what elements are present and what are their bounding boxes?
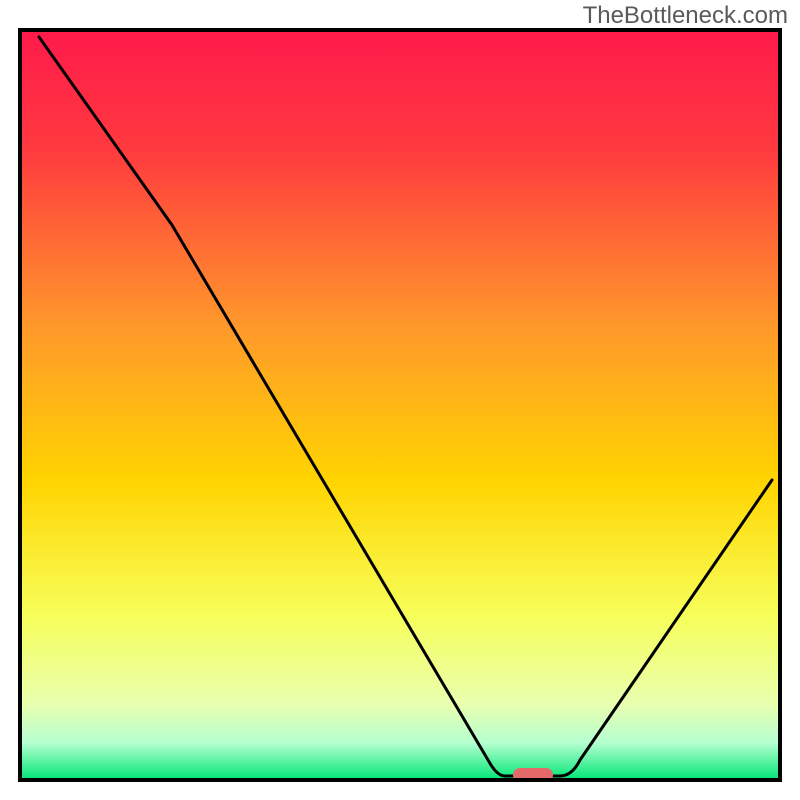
plot-background — [20, 30, 780, 780]
chart-svg — [0, 0, 800, 800]
chart-frame: TheBottleneck.com — [0, 0, 800, 800]
watermark-text: TheBottleneck.com — [583, 2, 788, 30]
